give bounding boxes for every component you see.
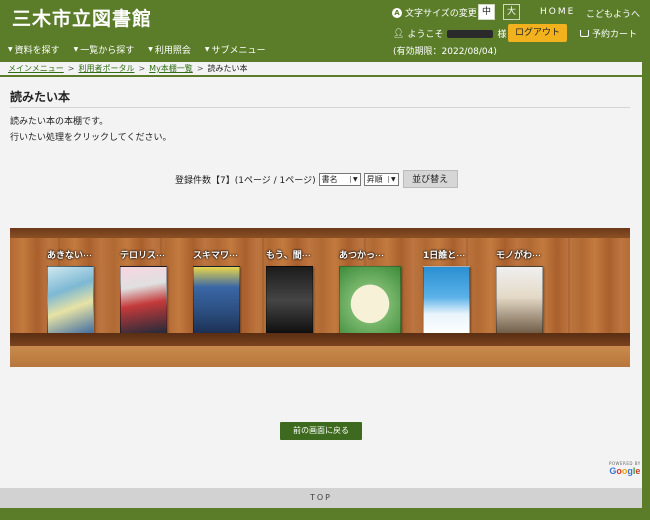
book-item[interactable]: モノがわ･･･ bbox=[496, 250, 552, 335]
book-item[interactable]: テロリス･･･ bbox=[120, 250, 176, 335]
expiry-date: (有効期限：2022/08/04) bbox=[393, 47, 497, 57]
book-cover-image[interactable] bbox=[47, 266, 94, 335]
back-button[interactable]: 前の画面に戻る bbox=[280, 422, 362, 440]
caret-down-icon: ▼ bbox=[148, 46, 153, 53]
bookshelf: あきない･･･ テロリス･･･ スキマワ･･･ もう、間･･･ あつかっ･･･ … bbox=[10, 228, 630, 367]
book-cover-image[interactable] bbox=[423, 266, 470, 335]
sort-order-select[interactable]: 昇順 ▼ bbox=[363, 172, 399, 186]
sort-field-select[interactable]: 書名 ▼ bbox=[318, 172, 361, 186]
welcome-message: 👤︎ ようこそ 様 bbox=[393, 27, 507, 41]
caret-down-icon: ▼ bbox=[73, 46, 79, 53]
sort-bar: 登録件数【7】(1ページ / 1ページ) 書名 ▼ 昇順 ▼ 並び替え bbox=[175, 170, 458, 188]
reservation-cart-link[interactable]: 予約カート bbox=[580, 27, 637, 40]
breadcrumb-my-shelf-list[interactable]: My本棚一覧 bbox=[149, 63, 193, 74]
nav-item-usage[interactable]: ▼ 利用照会 bbox=[148, 43, 191, 56]
book-cover-image[interactable] bbox=[120, 266, 167, 335]
footer-stripe bbox=[0, 508, 642, 520]
home-link[interactable]: HOME bbox=[540, 7, 575, 17]
breadcrumb-separator: > bbox=[196, 64, 204, 73]
nav-label: サブメニュー bbox=[211, 46, 266, 56]
shelf-board-front bbox=[10, 346, 630, 367]
font-size-text: 文字サイズの変更 bbox=[405, 9, 477, 19]
font-size-label: A 文字サイズの変更 bbox=[392, 6, 477, 19]
nav-label: 一覧から探す bbox=[80, 46, 135, 56]
book-title[interactable]: あきない･･･ bbox=[47, 250, 103, 262]
kids-link[interactable]: こどもようへ bbox=[586, 7, 640, 20]
font-size-mid-button[interactable]: 中 bbox=[478, 4, 495, 20]
book-title[interactable]: モノがわ･･･ bbox=[496, 250, 552, 262]
main-nav: ▼ 資料を探す ▼ 一覧から探す ▼ 利用照会 ▼ サブメニュー bbox=[8, 43, 280, 56]
book-cover-image[interactable] bbox=[496, 266, 543, 335]
google-translate-logo: POWERED BY Google bbox=[609, 461, 641, 476]
logout-button[interactable]: ログアウト bbox=[508, 24, 567, 42]
book-cover-image[interactable] bbox=[339, 266, 401, 335]
shelf-top-board bbox=[10, 228, 630, 238]
page-instruction: 行いたい処理をクリックしてください。 bbox=[10, 133, 172, 143]
sort-order-value: 昇順 bbox=[366, 174, 383, 184]
book-item[interactable]: あきない･･･ bbox=[47, 250, 103, 335]
page-description: 読みたい本の本棚です。 bbox=[10, 117, 109, 127]
nav-item-submenu[interactable]: ▼ サブメニュー bbox=[205, 43, 266, 56]
google-wordmark: Google bbox=[609, 466, 641, 476]
font-size-large-button[interactable]: 大 bbox=[503, 4, 520, 20]
book-title[interactable]: テロリス･･･ bbox=[120, 250, 176, 262]
book-cover-image[interactable] bbox=[193, 266, 240, 335]
masked-username bbox=[447, 29, 494, 38]
book-title[interactable]: 1日誰と･･･ bbox=[423, 250, 479, 262]
book-title[interactable]: スキマワ･･･ bbox=[193, 250, 249, 262]
book-item[interactable]: あつかっ･･･ bbox=[339, 250, 401, 335]
nav-label: 資料を探す bbox=[14, 46, 60, 56]
welcome-prefix: ようこそ bbox=[407, 30, 444, 40]
breadcrumb-divider bbox=[0, 75, 642, 77]
caret-down-icon: ▼ bbox=[204, 46, 210, 53]
nav-item-search[interactable]: ▼ 資料を探す bbox=[8, 43, 60, 56]
breadcrumb-main-menu[interactable]: メインメニュー bbox=[8, 63, 64, 74]
right-frame bbox=[642, 0, 650, 520]
sort-field-value: 書名 bbox=[321, 174, 338, 184]
sort-button[interactable]: 並び替え bbox=[402, 170, 458, 188]
header: 三木市立図書館 A 文字サイズの変更 中 大 HOME こどもようへ 👤︎ よう… bbox=[0, 0, 642, 62]
caret-down-icon: ▼ bbox=[8, 46, 13, 53]
shelf-board bbox=[10, 333, 630, 346]
breadcrumb-separator: > bbox=[138, 64, 146, 73]
chevron-down-icon: ▼ bbox=[387, 175, 396, 183]
title-divider bbox=[10, 107, 630, 108]
breadcrumb: メインメニュー > 利用者ポータル > My本棚一覧 > 読みたい本 bbox=[8, 62, 248, 75]
cart-label: 予約カート bbox=[592, 30, 638, 40]
site-title[interactable]: 三木市立図書館 bbox=[12, 4, 152, 31]
cart-icon bbox=[580, 30, 589, 37]
book-item[interactable]: もう、間･･･ bbox=[266, 250, 322, 335]
nav-item-list-search[interactable]: ▼ 一覧から探す bbox=[74, 43, 135, 56]
welcome-suffix: 様 bbox=[497, 30, 507, 40]
record-count: 登録件数【7】(1ページ / 1ページ) bbox=[175, 175, 316, 186]
breadcrumb-separator: > bbox=[67, 64, 75, 73]
book-cover-image[interactable] bbox=[266, 266, 313, 335]
book-item[interactable]: スキマワ･･･ bbox=[193, 250, 249, 335]
breadcrumb-user-portal[interactable]: 利用者ポータル bbox=[78, 63, 134, 74]
nav-label: 利用照会 bbox=[154, 46, 191, 56]
book-title[interactable]: もう、間･･･ bbox=[266, 250, 322, 262]
font-size-icon: A bbox=[392, 7, 402, 18]
page-title: 読みたい本 bbox=[10, 90, 71, 104]
back-to-top-link[interactable]: TOP bbox=[0, 488, 642, 508]
book-title[interactable]: あつかっ･･･ bbox=[339, 250, 395, 262]
chevron-down-icon: ▼ bbox=[349, 175, 358, 183]
breadcrumb-current: 読みたい本 bbox=[207, 64, 248, 73]
book-item[interactable]: 1日誰と･･･ bbox=[423, 250, 479, 335]
user-icon: 👤︎ bbox=[393, 28, 405, 39]
